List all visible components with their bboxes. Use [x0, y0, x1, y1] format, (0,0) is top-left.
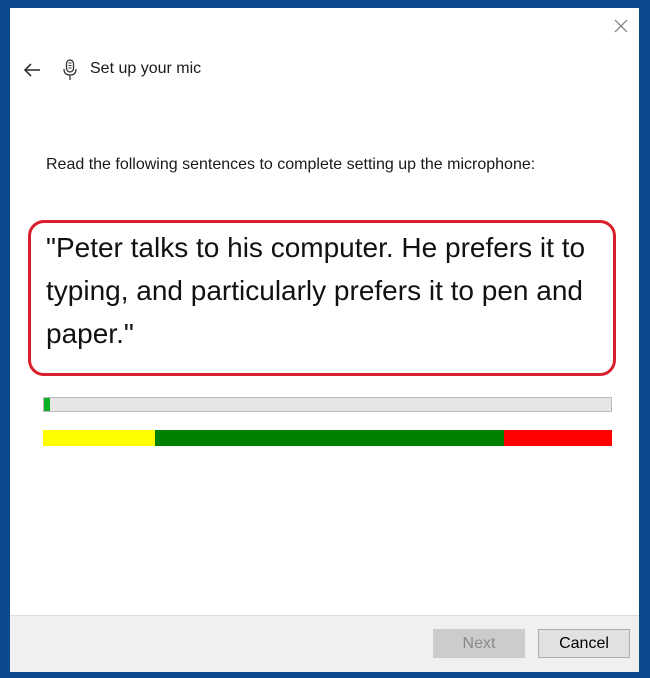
mic-setup-window: Set up your mic Read the following sente…	[10, 8, 639, 672]
level-zone-good	[154, 430, 504, 446]
cancel-button[interactable]: Cancel	[538, 629, 630, 658]
footer: Next Cancel	[10, 615, 639, 672]
back-arrow-icon	[23, 63, 40, 77]
instruction-text: Read the following sentences to complete…	[46, 156, 536, 173]
close-button[interactable]	[603, 8, 639, 44]
reading-progress-bar	[43, 397, 612, 412]
reading-progress-fill	[44, 398, 50, 411]
header: Set up your mic	[10, 52, 639, 88]
microphone-icon	[62, 56, 78, 84]
next-button[interactable]: Next	[433, 629, 525, 658]
back-button[interactable]	[18, 56, 46, 84]
level-zone-high	[503, 430, 612, 446]
sentence-to-read: "Peter talks to his computer. He prefers…	[46, 232, 586, 349]
level-zone-low	[43, 430, 155, 446]
close-icon	[614, 19, 628, 33]
page-title: Set up your mic	[90, 60, 202, 77]
volume-level-meter	[43, 430, 612, 446]
